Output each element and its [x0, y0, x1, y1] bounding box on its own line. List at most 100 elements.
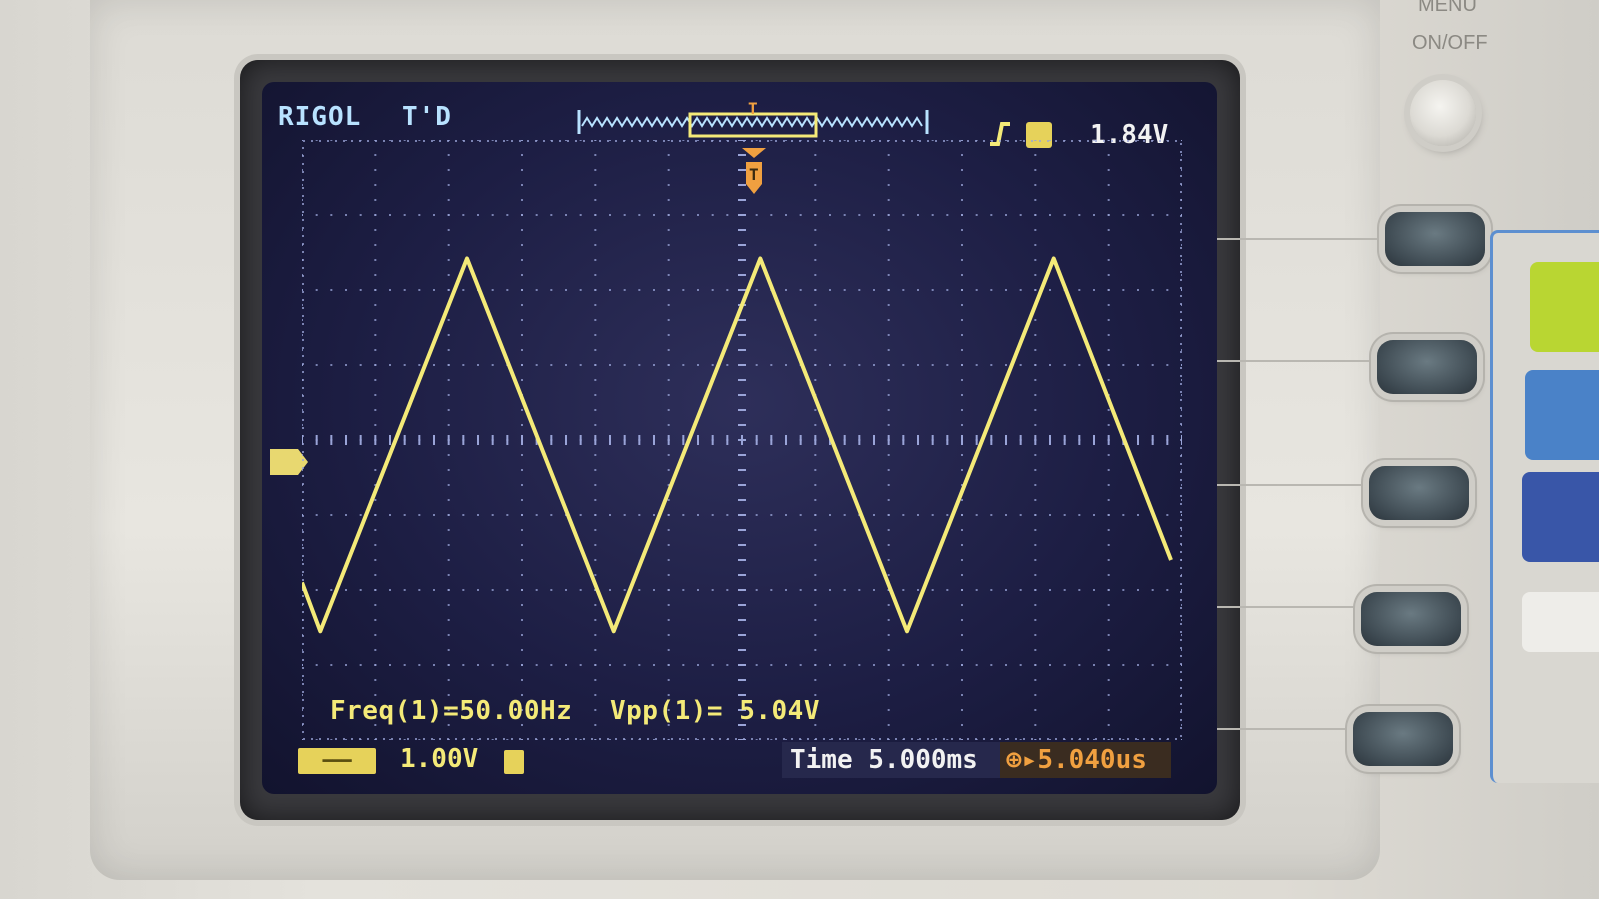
grid-dot: [726, 514, 729, 516]
grid-dot: [1034, 289, 1037, 291]
panel-divider: [1215, 238, 1385, 240]
channel-1-badge[interactable]: ━━━: [298, 748, 376, 774]
center-axis-tick: [389, 435, 391, 445]
grid-dot: [667, 409, 670, 411]
grid-dot: [697, 364, 699, 366]
grid-dot: [447, 154, 450, 156]
grid-dot: [1034, 559, 1037, 561]
grid-dot: [1063, 364, 1066, 366]
grid-dot: [579, 289, 582, 291]
menu-onoff-knob[interactable]: [1410, 80, 1476, 146]
grid-dot: [961, 229, 963, 231]
grid-dot: [682, 739, 685, 740]
center-axis-tick: [738, 214, 746, 216]
grid-dot: [814, 229, 817, 231]
grid-dot: [785, 364, 787, 366]
ref-key[interactable]: [1522, 592, 1599, 652]
grid-dot: [433, 739, 435, 740]
grid-dot: [330, 364, 333, 366]
grid-dot: [315, 140, 318, 141]
channel-1-scale: 1.00V: [400, 744, 479, 774]
softkey-1-button[interactable]: [1385, 212, 1485, 266]
grid-dot: [579, 214, 582, 216]
grid-dot: [315, 289, 318, 291]
grid-dot: [374, 514, 377, 516]
grid-dot: [330, 140, 333, 141]
math-key[interactable]: [1522, 472, 1599, 562]
grid-dot: [961, 394, 963, 396]
grid-dot: [521, 169, 523, 171]
grid-dot: [1107, 364, 1110, 366]
center-axis-tick: [738, 319, 746, 321]
grid-dot: [1181, 739, 1182, 740]
grid-dot: [755, 289, 758, 291]
center-axis-tick: [477, 435, 479, 445]
grid-dot: [1107, 499, 1110, 501]
grid-dot: [1107, 259, 1110, 261]
grid-dot: [1049, 289, 1051, 291]
grid-dot: [1122, 589, 1125, 591]
grid-dot: [374, 574, 377, 576]
center-axis-tick: [1063, 435, 1066, 445]
grid-dot: [302, 544, 303, 546]
grid-dot: [302, 739, 303, 740]
grid-dot: [447, 529, 450, 531]
center-axis-tick: [738, 589, 746, 591]
grid-dot: [814, 604, 817, 606]
grid-dot: [711, 589, 714, 591]
channel-1-trace: [302, 256, 1173, 634]
brand-label: RIGOL: [278, 102, 362, 132]
grid-dot: [814, 469, 817, 471]
center-axis-tick: [755, 435, 758, 445]
grid-dot: [594, 214, 597, 216]
grid-dot: [990, 364, 993, 366]
grid-dot: [1063, 589, 1066, 591]
grid-dot: [1049, 140, 1051, 141]
grid-dot: [1034, 214, 1037, 216]
grid-dot: [902, 664, 905, 666]
softkey-3-button[interactable]: [1369, 466, 1469, 520]
grid-dot: [975, 364, 978, 366]
grid-dot: [315, 214, 318, 216]
grid-dot: [389, 140, 391, 141]
grid-dot: [594, 529, 597, 531]
grid-dot: [594, 679, 597, 681]
grid-dot: [726, 364, 729, 366]
softkey-2-button[interactable]: [1377, 340, 1477, 394]
grid-dot: [1034, 469, 1037, 471]
grid-dot: [902, 364, 905, 366]
grid-dot: [491, 289, 494, 291]
grid-dot: [418, 589, 421, 591]
softkey-4-button[interactable]: [1361, 592, 1461, 646]
grid-dot: [814, 259, 817, 261]
grid-dot: [667, 559, 670, 561]
center-axis-tick: [447, 435, 450, 445]
grid-dot: [843, 214, 846, 216]
grid-dot: [755, 514, 758, 516]
grid-dot: [315, 589, 318, 591]
grid-dot: [521, 589, 523, 591]
grid-dot: [550, 214, 553, 216]
grid-dot: [961, 694, 963, 696]
grid-dot: [667, 469, 670, 471]
grid-dot: [799, 664, 802, 666]
grid-dot: [447, 589, 450, 591]
center-axis-tick: [961, 435, 963, 445]
center-axis-tick: [330, 435, 333, 445]
grid-dot: [1151, 214, 1154, 216]
grid-dot: [1181, 364, 1182, 366]
grid-dot: [1034, 544, 1037, 546]
grid-dot: [961, 664, 963, 666]
center-axis-tick: [726, 435, 729, 445]
grid-dot: [389, 514, 391, 516]
grid-dot: [1034, 154, 1037, 156]
channel-1-key[interactable]: [1530, 262, 1599, 352]
grid-dot: [565, 739, 567, 740]
grid-dot: [770, 739, 773, 740]
channel-2-key[interactable]: [1525, 370, 1599, 460]
softkey-5-button[interactable]: [1353, 712, 1453, 766]
center-axis-tick: [1034, 435, 1037, 445]
grid-dot: [447, 649, 450, 651]
grid-dot: [961, 499, 963, 501]
grid-dot: [302, 469, 303, 471]
